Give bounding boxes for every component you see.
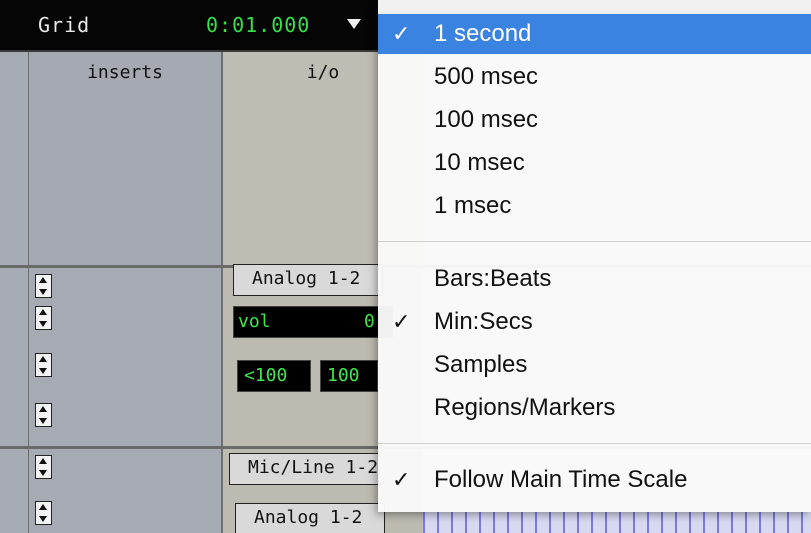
checkmark-icon: ✓ xyxy=(392,21,411,46)
pan-right-display[interactable]: 100 xyxy=(320,360,378,392)
grid-dropdown-menu: ✓ 1 second 500 msec 100 msec 10 msec 1 m… xyxy=(378,0,811,512)
volume-value: 0 xyxy=(364,311,375,332)
menu-item-label: 10 msec xyxy=(434,149,525,176)
input-selector[interactable]: Mic/Line 1-2 xyxy=(229,453,379,485)
volume-display[interactable]: vol 0 xyxy=(233,306,393,338)
menu-item-label: 500 msec xyxy=(434,63,539,90)
menu-item-regions-markers[interactable]: Regions/Markers xyxy=(378,388,811,428)
menu-item-500-msec[interactable]: 500 msec xyxy=(378,57,811,97)
menu-item-10-msec[interactable]: 10 msec xyxy=(378,143,811,183)
menu-item-min-secs[interactable]: ✓ Min:Secs xyxy=(378,302,811,342)
menu-item-1-msec[interactable]: 1 msec xyxy=(378,186,811,226)
inserts-header: inserts xyxy=(87,62,163,83)
pro-tools-window: Grid 0:01.000 inserts i/o Analog 1-2 vol… xyxy=(0,0,811,533)
track-edge-strip xyxy=(0,52,29,533)
insert-stepper-icon[interactable] xyxy=(35,274,52,298)
insert-stepper-icon[interactable] xyxy=(35,403,52,427)
menu-separator xyxy=(378,241,811,242)
inserts-column: inserts xyxy=(29,52,223,265)
menu-item-label: Samples xyxy=(434,351,528,378)
menu-item-1-second[interactable]: ✓ 1 second xyxy=(378,14,811,54)
grid-label: Grid xyxy=(38,13,91,37)
volume-label: vol xyxy=(238,311,271,332)
menu-item-samples[interactable]: Samples xyxy=(378,345,811,385)
menu-item-follow-main-time-scale[interactable]: ✓ Follow Main Time Scale xyxy=(378,460,811,500)
menu-item-label: Regions/Markers xyxy=(434,394,616,421)
timeline-ruler xyxy=(423,512,811,533)
output-selector[interactable]: Analog 1-2 xyxy=(233,264,383,296)
menu-item-label: 1 msec xyxy=(434,192,512,219)
menu-item-label: 100 msec xyxy=(434,106,539,133)
track-2-inserts xyxy=(29,449,223,533)
checkmark-icon: ✓ xyxy=(392,467,411,492)
insert-stepper-icon[interactable] xyxy=(35,455,52,479)
menu-item-100-msec[interactable]: 100 msec xyxy=(378,100,811,140)
menu-item-label: Min:Secs xyxy=(434,308,533,335)
menu-item-label: Follow Main Time Scale xyxy=(434,466,688,493)
menu-separator xyxy=(378,443,811,444)
menu-item-label: Bars:Beats xyxy=(434,265,552,292)
insert-stepper-icon[interactable] xyxy=(35,501,52,525)
insert-stepper-icon[interactable] xyxy=(35,353,52,377)
triangle-down-icon[interactable] xyxy=(347,19,361,29)
grid-value-display[interactable]: 0:01.000 xyxy=(206,13,310,37)
track-1-inserts xyxy=(29,268,223,446)
checkmark-icon: ✓ xyxy=(392,309,411,334)
insert-stepper-icon[interactable] xyxy=(35,306,52,330)
output-selector[interactable]: Analog 1-2 xyxy=(235,503,385,533)
menu-item-bars-beats[interactable]: Bars:Beats xyxy=(378,259,811,299)
menu-item-label: 1 second xyxy=(434,20,532,47)
pan-left-display[interactable]: <100 xyxy=(237,360,311,392)
